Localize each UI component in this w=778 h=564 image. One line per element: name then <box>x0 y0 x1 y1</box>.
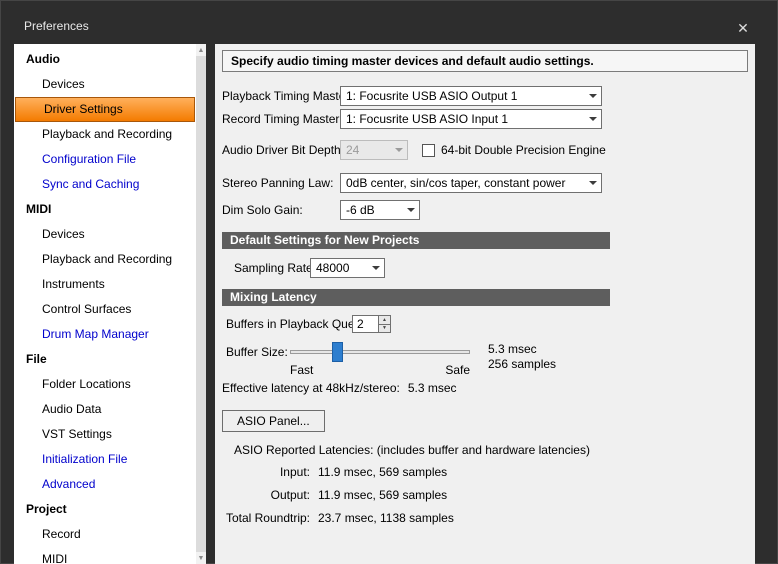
sidebar-section-file[interactable]: File <box>14 347 196 372</box>
double-precision-group: 64-bit Double Precision Engine <box>422 143 606 157</box>
bit-depth-combobox: 24 <box>340 140 408 160</box>
latency-value: 23.7 msec, 1138 samples <box>318 511 454 525</box>
sampling-rate-row: Sampling Rate: 48000 <box>222 258 748 278</box>
scroll-down-icon[interactable]: ▼ <box>196 552 206 564</box>
latency-value: 11.9 msec, 569 samples <box>318 465 448 479</box>
sidebar-item-playback-and-recording[interactable]: Playback and Recording <box>14 247 196 272</box>
chevron-down-icon[interactable] <box>368 259 384 277</box>
slider-min-label: Fast <box>290 363 314 377</box>
spin-down-icon[interactable]: ▼ <box>378 323 391 333</box>
chevron-down-icon[interactable] <box>585 87 601 105</box>
bit-depth-row: Audio Driver Bit Depth: 24 64-bit Double… <box>222 140 748 160</box>
record-timing-master-combobox[interactable]: 1: Focusrite USB ASIO Input 1 <box>340 109 602 129</box>
chevron-down-icon <box>391 141 407 159</box>
double-precision-checkbox[interactable] <box>422 143 435 157</box>
buffer-size-slider-thumb[interactable] <box>331 342 343 362</box>
sidebar-item-vst-settings[interactable]: VST Settings <box>14 422 196 447</box>
latency-value: 11.9 msec, 569 samples <box>318 488 448 502</box>
slider-max-label: Safe <box>445 363 470 377</box>
main-panel: Specify audio timing master devices and … <box>215 44 755 564</box>
sidebar-item-driver-settings[interactable]: Driver Settings <box>15 97 195 122</box>
sidebar-item-devices[interactable]: Devices <box>14 222 196 247</box>
buffer-size-slider[interactable] <box>290 342 470 362</box>
scrollbar-thumb[interactable] <box>196 56 206 552</box>
buffer-size-msec-value: 5.3 msec <box>488 342 537 356</box>
playback-timing-master-label: Playback Timing Master: <box>222 89 353 103</box>
sidebar-tree: Audio Devices Driver Settings Playback and … <box>14 44 196 564</box>
dim-solo-gain-label: Dim Solo Gain: <box>222 203 303 217</box>
bit-depth-label: Audio Driver Bit Depth: <box>222 143 345 157</box>
sidebar-section-audio[interactable]: Audio <box>14 47 196 72</box>
effective-latency-value: 5.3 msec <box>407 381 457 395</box>
latency-label: Input: <box>279 465 310 479</box>
effective-latency-label: Effective latency at 48kHz/stereo: <box>222 381 400 395</box>
buffer-size-samples-value: 256 samples <box>488 357 557 371</box>
section-header-new-projects: Default Settings for New Projects <box>222 232 610 249</box>
sidebar-item-folder-locations[interactable]: Folder Locations <box>14 372 196 397</box>
scroll-up-icon[interactable]: ▲ <box>196 44 206 56</box>
buffer-size-row: Buffer Size: Fast Safe 5.3 msec 256 samp… <box>222 342 748 380</box>
page-description: Specify audio timing master devices and … <box>222 50 748 72</box>
content-area: Audio Devices Driver Settings Playback and … <box>14 44 778 564</box>
buffers-spinbox[interactable]: 2 ▲ ▼ <box>352 315 391 333</box>
latency-label: Total Roundtrip: <box>225 511 310 525</box>
effective-latency-row: Effective latency at 48kHz/stereo: 5.3 m… <box>222 380 748 396</box>
asio-latencies-list: Input: 11.9 msec, 569 samples Output: 11.9 … <box>222 465 748 526</box>
chevron-down-icon[interactable] <box>403 201 419 219</box>
slider-track[interactable] <box>290 350 470 354</box>
sidebar-item-advanced[interactable]: Advanced <box>14 472 196 497</box>
sidebar-item-midi[interactable]: MIDI <box>14 547 196 564</box>
spin-up-icon[interactable]: ▲ <box>378 315 391 324</box>
asio-latencies-heading: ASIO Reported Latencies: (includes buffe… <box>234 443 590 457</box>
dim-solo-gain-row: Dim Solo Gain: -6 dB <box>222 200 748 220</box>
sidebar-item-audio-data[interactable]: Audio Data <box>14 397 196 422</box>
chevron-down-icon[interactable] <box>585 174 601 192</box>
buffers-queue-label: Buffers in Playback Queue: <box>226 317 372 331</box>
preferences-window: Preferences ✕ Audio Devices Driver Setting… <box>0 0 778 564</box>
sidebar-item-configuration-file[interactable]: Configuration File <box>14 147 196 172</box>
sidebar-item-control-surfaces[interactable]: Control Surfaces <box>14 297 196 322</box>
record-timing-master-row: Record Timing Master: 1: Focusrite USB A… <box>222 109 748 129</box>
latency-row-total-roundtrip-: Total Roundtrip: 23.7 msec, 1138 samples <box>222 511 748 526</box>
titlebar: Preferences ✕ <box>0 0 778 44</box>
panning-law-label: Stereo Panning Law: <box>222 176 334 190</box>
window-title: Preferences <box>24 19 89 33</box>
double-precision-label: 64-bit Double Precision Engine <box>441 143 606 157</box>
sampling-rate-combobox[interactable]: 48000 <box>310 258 385 278</box>
section-header-mixing-latency: Mixing Latency <box>222 289 610 306</box>
close-button[interactable]: ✕ <box>733 18 753 38</box>
sidebar-item-instruments[interactable]: Instruments <box>14 272 196 297</box>
sidebar-item-record[interactable]: Record <box>14 522 196 547</box>
latency-label: Output: <box>270 488 310 502</box>
sampling-rate-label: Sampling Rate: <box>234 261 317 275</box>
playback-timing-master-row: Playback Timing Master: 1: Focusrite USB… <box>222 86 748 106</box>
sidebar-scrollbar[interactable]: ▲ ▼ <box>196 44 206 564</box>
sidebar-item-initialization-file[interactable]: Initialization File <box>14 447 196 472</box>
sidebar-item-devices[interactable]: Devices <box>14 72 196 97</box>
sidebar: Audio Devices Driver Settings Playback and … <box>14 44 206 564</box>
buffers-queue-row: Buffers in Playback Queue: 2 ▲ ▼ <box>222 315 748 333</box>
close-icon: ✕ <box>737 19 749 36</box>
dim-solo-gain-combobox[interactable]: -6 dB <box>340 200 420 220</box>
sidebar-section-midi[interactable]: MIDI <box>14 197 196 222</box>
latency-row-input-: Input: 11.9 msec, 569 samples <box>222 465 748 480</box>
buffers-value[interactable]: 2 <box>352 315 378 333</box>
buffer-size-label: Buffer Size: <box>226 345 288 359</box>
chevron-down-icon[interactable] <box>585 110 601 128</box>
panning-law-combobox[interactable]: 0dB center, sin/cos taper, constant powe… <box>340 173 602 193</box>
sidebar-item-playback-and-recording[interactable]: Playback and Recording <box>14 122 196 147</box>
asio-panel-button[interactable]: ASIO Panel... <box>222 410 325 432</box>
sidebar-section-project[interactable]: Project <box>14 497 196 522</box>
sidebar-item-sync-and-caching[interactable]: Sync and Caching <box>14 172 196 197</box>
record-timing-master-label: Record Timing Master: <box>222 112 343 126</box>
panning-law-row: Stereo Panning Law: 0dB center, sin/cos … <box>222 173 748 193</box>
sidebar-item-drum-map-manager[interactable]: Drum Map Manager <box>14 322 196 347</box>
latency-row-output-: Output: 11.9 msec, 569 samples <box>222 488 748 503</box>
playback-timing-master-combobox[interactable]: 1: Focusrite USB ASIO Output 1 <box>340 86 602 106</box>
